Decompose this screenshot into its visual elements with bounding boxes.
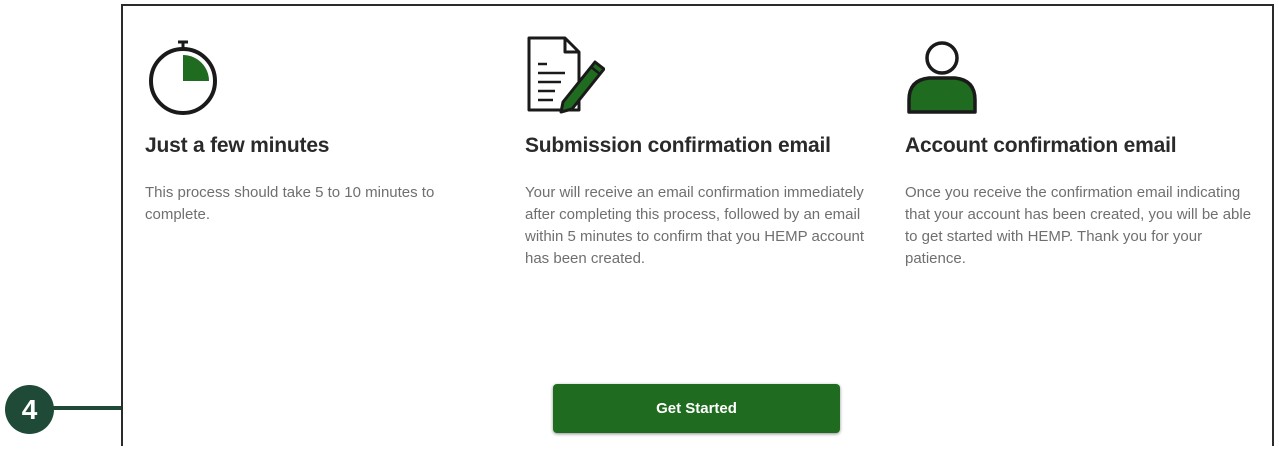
card-description: Once you receive the confirmation email … [905,184,1252,267]
card-description: This process should take 5 to 10 minutes… [145,184,435,223]
card-title: Account confirmation email [905,134,1177,157]
card-description: Your will receive an email confirmation … [525,184,865,267]
step-callout-badge: 4 [5,385,54,434]
card-title: Submission confirmation email [525,134,831,157]
info-panel: Just a few minutes This process should t… [121,4,1274,446]
get-started-button[interactable]: Get Started [553,384,840,433]
document-pencil-icon [527,36,605,114]
stopwatch-icon [149,40,217,115]
card-title: Just a few minutes [145,134,330,157]
user-icon [907,41,977,114]
screenshot-stage: 4 Just a few minutes This process should… [0,0,1279,449]
